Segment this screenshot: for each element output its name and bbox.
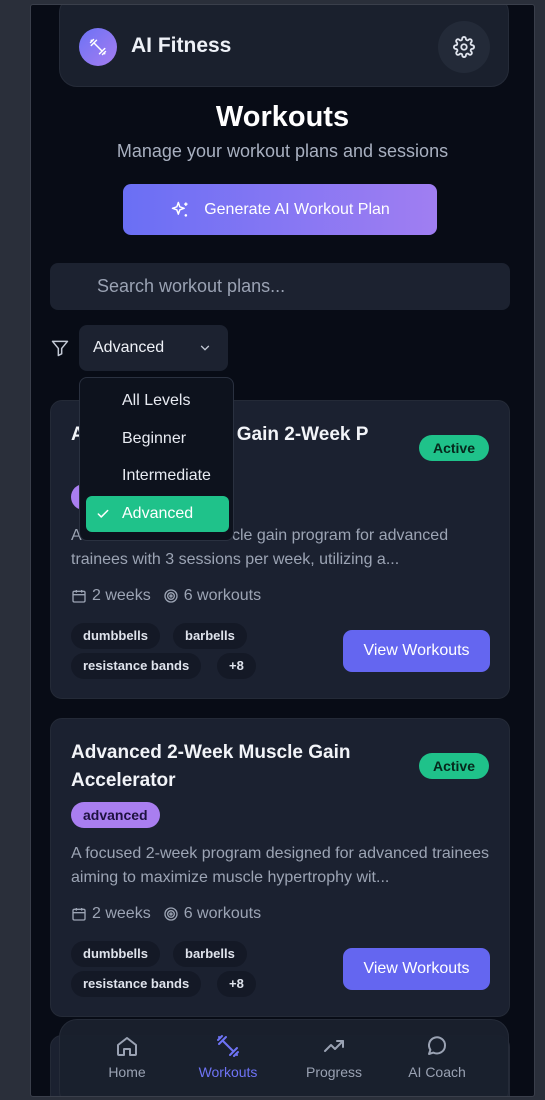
filter-icon <box>51 340 69 357</box>
filter-option-label: Advanced <box>122 505 194 522</box>
trending-up-icon <box>324 1040 344 1052</box>
level-filter-value: Advanced <box>93 339 165 356</box>
card-description: A focused 2-week program designed for ad… <box>71 845 490 886</box>
equipment-tag: dumbbells <box>71 941 161 967</box>
duration-text: 2 weeks <box>92 587 151 604</box>
page-title: Workouts <box>215 101 350 133</box>
more-tags-count: +8 <box>217 653 256 679</box>
nav-label: Home <box>108 1064 146 1080</box>
gear-icon <box>453 36 475 58</box>
card-meta: 2 weeks 6 workouts <box>71 587 261 605</box>
equipment-tag: resistance bands <box>71 971 202 997</box>
workout-count-text: 6 workouts <box>183 905 262 922</box>
nav-ai-coach[interactable]: AI Coach <box>392 1032 482 1080</box>
filter-option-beginner[interactable]: Beginner <box>86 421 229 457</box>
nav-home[interactable]: Home <box>82 1032 172 1080</box>
nav-workouts[interactable]: Workouts <box>183 1032 273 1080</box>
nav-label: Workouts <box>198 1064 258 1080</box>
generate-ai-plan-label: Generate AI Workout Plan <box>204 200 390 218</box>
level-filter-dropdown: All Levels Beginner Intermediate Advance… <box>79 377 234 541</box>
more-tags-count: +8 <box>217 971 256 997</box>
calendar-icon <box>72 590 86 603</box>
dumbbell-icon <box>79 28 117 66</box>
nav-progress[interactable]: Progress <box>289 1032 379 1080</box>
level-filter-select[interactable]: Advanced <box>79 325 228 371</box>
calendar-icon <box>72 908 86 921</box>
equipment-tag: barbells <box>173 623 247 649</box>
nav-label: AI Coach <box>408 1064 466 1080</box>
equipment-tag: barbells <box>173 941 247 967</box>
chat-bubble-icon <box>428 1036 447 1055</box>
status-badge: Active <box>419 435 489 461</box>
chevron-down-icon <box>200 345 210 351</box>
sparkles-icon <box>171 201 188 217</box>
level-badge: advanced <box>71 802 160 828</box>
home-icon <box>117 1037 137 1056</box>
duration-text: 2 weeks <box>92 905 151 922</box>
app-frame: AI Fitness Workouts Manage your workout … <box>30 4 535 1097</box>
page-subtitle: Manage your workout plans and sessions <box>116 141 449 161</box>
app-title: AI Fitness <box>131 34 232 57</box>
workout-count-text: 6 workouts <box>183 587 262 604</box>
filter-option-intermediate[interactable]: Intermediate <box>86 458 229 494</box>
dumbbell-icon <box>217 1035 239 1057</box>
filter-option-all-levels[interactable]: All Levels <box>86 383 229 419</box>
card-title: Advanced 2-Week Muscle Gain Accelerator <box>71 742 351 791</box>
bottom-navigation: Home Workouts Progress AI Coach <box>59 1019 509 1096</box>
generate-ai-plan-button[interactable]: Generate AI Workout Plan <box>123 184 437 235</box>
equipment-tag: dumbbells <box>71 623 161 649</box>
target-icon <box>164 589 178 603</box>
workout-plan-card: Advanced 2-Week Muscle Gain Accelerator … <box>50 718 510 1017</box>
nav-label: Progress <box>305 1064 363 1080</box>
view-workouts-button[interactable]: View Workouts <box>343 630 490 672</box>
view-workouts-button[interactable]: View Workouts <box>343 948 490 990</box>
card-meta: 2 weeks 6 workouts <box>71 905 261 923</box>
equipment-tag: resistance bands <box>71 653 202 679</box>
app-header: AI Fitness <box>59 5 509 87</box>
filter-option-advanced[interactable]: Advanced <box>86 496 229 532</box>
settings-button[interactable] <box>438 21 490 73</box>
target-icon <box>164 907 178 921</box>
search-input[interactable] <box>50 263 510 310</box>
check-icon <box>97 509 109 518</box>
status-badge: Active <box>419 753 489 779</box>
